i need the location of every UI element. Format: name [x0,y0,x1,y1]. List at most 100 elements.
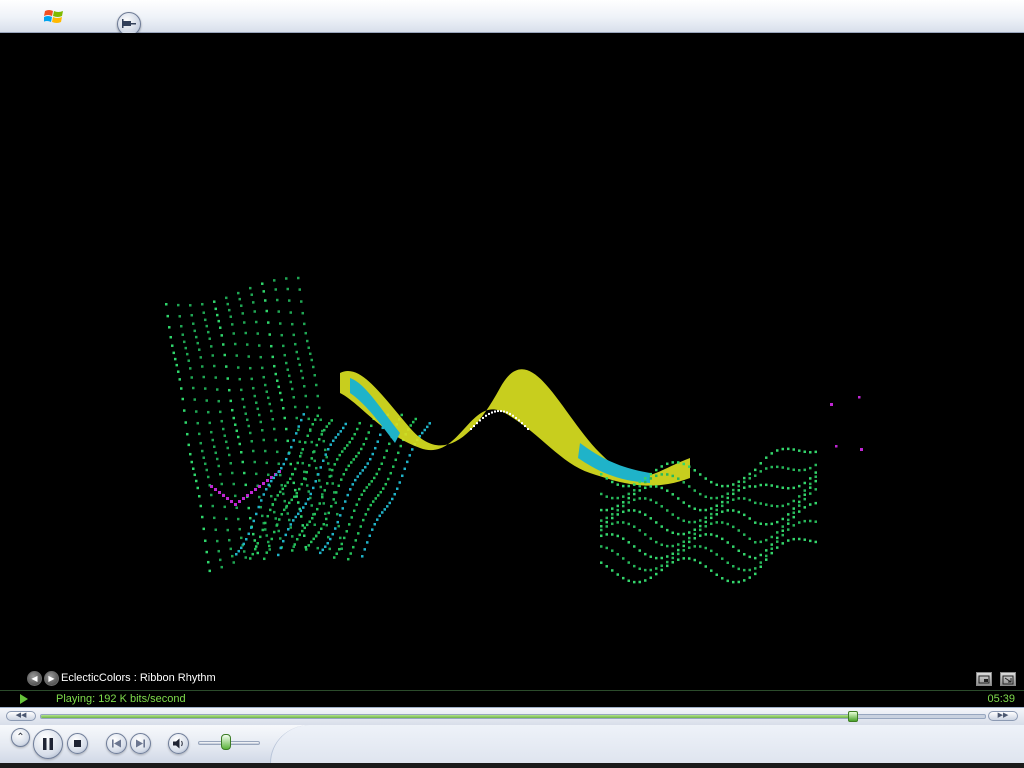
ribbon-dot [356,427,359,431]
previous-button[interactable] [106,733,127,754]
seek-bar[interactable] [40,711,986,722]
ribbon-dot [655,556,658,560]
ribbon-dot [187,443,190,447]
ribbon-dot [660,486,663,490]
ribbon-dot [743,497,746,500]
ribbon-dot [297,428,300,432]
ribbon-dot [600,492,603,496]
ribbon-dot [748,477,751,480]
ribbon-dot [240,388,243,392]
ribbon-dot [232,332,235,335]
switch-to-skin-button[interactable] [976,672,992,686]
ribbon-dot [307,544,310,547]
volume-thumb[interactable] [220,734,231,750]
ribbon-dot [682,544,685,548]
ribbon-dot [372,500,375,503]
ribbon-dot [255,512,258,516]
ribbon-dot [202,375,205,379]
ribbon-dot [340,547,343,550]
ribbon-dot [396,487,399,490]
ribbon-dot [699,473,702,476]
ribbon-dot [249,431,252,435]
elapsed-time[interactable]: 05:39 [987,693,1015,705]
windows-logo-icon[interactable] [44,7,64,25]
ribbon-dot [330,505,333,508]
ribbon-dot [331,468,334,472]
ribbon-dot [814,475,817,478]
ribbon-dot [232,482,235,486]
ribbon-dot [376,440,379,443]
ribbon-dot [225,296,228,300]
ribbon-dot [726,484,729,488]
ribbon-dot [300,515,303,518]
ribbon-dot [743,579,746,582]
ribbon-dot [254,547,257,551]
ribbon-dot [219,473,222,476]
fast-forward-button[interactable]: ▶▶ [988,711,1018,721]
mute-button[interactable] [168,733,189,754]
ribbon-dot [300,300,303,303]
ribbon-dot [721,557,724,560]
ribbon-dot [274,517,277,520]
ribbon-dot [323,428,326,432]
ribbon-dot [649,555,652,559]
stop-button[interactable] [67,733,88,754]
next-button[interactable] [130,733,151,754]
ribbon-dot [726,509,729,512]
ribbon-dot [644,480,647,484]
ribbon-dot [344,500,347,503]
ribbon-dot [693,545,696,548]
ribbon-dot [644,552,647,556]
ribbon-dot [274,438,277,442]
ribbon-dot [688,546,691,549]
ribbon-dot [328,547,331,551]
ribbon-dot [307,417,310,421]
ribbon-dot [309,352,312,356]
ribbon-dot [814,540,817,544]
ribbon-dot [325,517,328,521]
ribbon-dot [770,543,773,546]
ribbon-dot [234,342,237,346]
ribbon-dot [255,401,258,404]
ribbon-dot [368,534,371,538]
ribbon-dot [256,551,259,555]
ribbon-dot [759,565,762,568]
previous-visualization-button[interactable]: ◀ [27,671,42,686]
ribbon-dot [267,540,270,544]
ribbon-dot [605,565,608,568]
rewind-button[interactable]: ◀◀ [6,711,36,721]
pause-button[interactable] [33,729,63,759]
ribbon-dot [300,418,303,422]
ribbon-dot [704,533,707,536]
ribbon-dot [770,465,773,469]
ribbon-dot [280,483,283,487]
next-visualization-button[interactable]: ▶ [44,671,59,686]
ribbon-dot [316,414,319,418]
ribbon-dot [787,447,790,451]
ribbon-dot [211,354,214,357]
ribbon-dot [374,446,377,450]
ribbon-dot [313,459,316,463]
seek-thumb[interactable] [847,711,858,722]
full-screen-button[interactable] [1000,672,1016,686]
ribbon-dot [682,462,685,466]
ribbon-dot [726,501,729,504]
visualization-canvas[interactable] [0,33,1024,668]
eject-button[interactable]: ⌃ [11,728,30,747]
ribbon-dot [247,424,250,428]
ribbon-dot [732,483,735,486]
ribbon-dot [288,518,291,522]
ribbon-dot [721,521,724,524]
ribbon-dot [327,511,330,515]
ribbon-dot [671,556,674,560]
ribbon-dot [217,319,220,323]
ribbon-dot [781,486,784,489]
ribbon-dot [792,448,795,451]
ribbon-dot [600,528,603,532]
ribbon-dot [732,488,735,492]
ribbon-dot [743,476,746,480]
ribbon-dot [644,568,647,572]
ribbon-dot [605,546,608,550]
ribbon-dot [313,374,316,377]
ribbon-dot [370,424,373,428]
